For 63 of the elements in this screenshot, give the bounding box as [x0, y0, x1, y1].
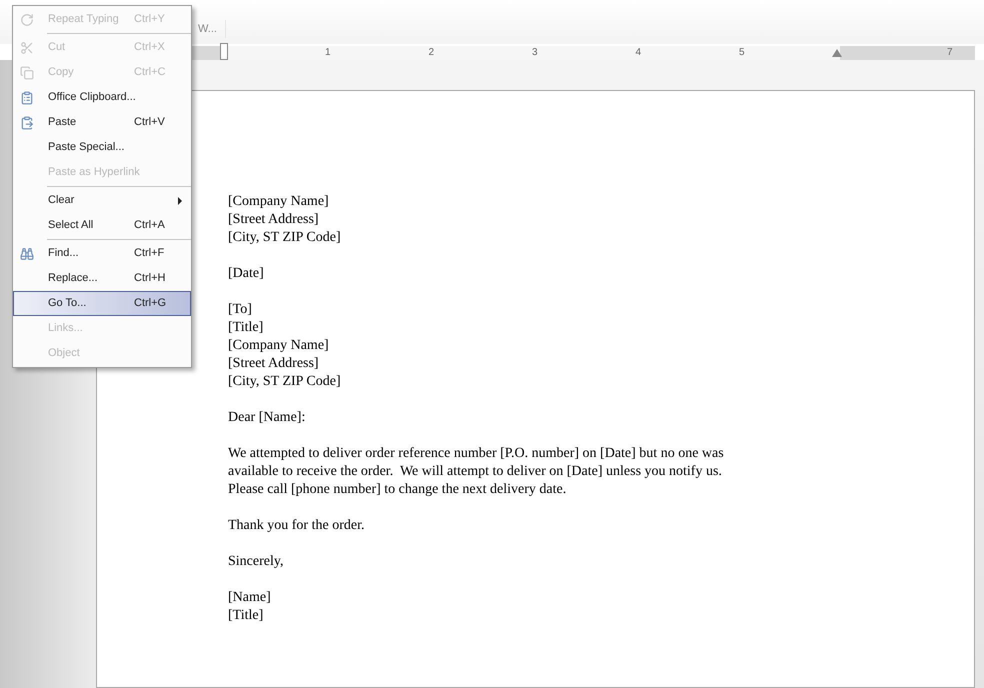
document-line: [Title] — [228, 607, 264, 625]
document-line: [City, ST ZIP Code] — [228, 229, 341, 247]
menu-item[interactable]: Select All Ctrl+A — [13, 213, 191, 238]
scissors-icon — [20, 40, 34, 54]
ruler-number: 1 — [325, 46, 331, 60]
shortcut-label: Ctrl+X — [134, 40, 165, 56]
document-line: available to receive the order. We will attempt to deliver on [Date] unless you notify us. — [228, 463, 722, 481]
document-line: [Company Name] — [228, 193, 329, 211]
document-line: [To] — [228, 301, 252, 319]
clipboard-icon — [20, 90, 34, 104]
shortcut-label: Ctrl+A — [134, 218, 165, 234]
menu-item-label: Copy — [48, 65, 75, 80]
menu-item-label: Links... — [48, 321, 84, 336]
binoculars-icon — [20, 246, 34, 260]
document-line: [Title] — [228, 319, 264, 337]
shortcut-label: Ctrl+Y — [134, 12, 165, 28]
right-indent-marker-icon[interactable] — [832, 49, 842, 57]
menu-item[interactable]: Go To... Ctrl+G — [13, 291, 191, 316]
menu-item-label: Object — [48, 346, 81, 362]
document-line: [Company Name] — [228, 337, 329, 355]
menu-item-label: Office Clipboard... — [48, 90, 136, 106]
document-line: [Street Address] — [228, 355, 319, 373]
shortcut-label: Ctrl+H — [134, 271, 166, 286]
menu-item[interactable]: Find... Ctrl+F — [13, 241, 191, 266]
document-line: [Street Address] — [228, 211, 319, 229]
ruler-number: 7 — [947, 46, 953, 60]
document-line: Dear [Name]: — [228, 409, 306, 427]
indent-marker-icon[interactable] — [220, 43, 228, 60]
menu-item-label: Go To... — [48, 296, 88, 312]
shortcut-label: Ctrl+C — [134, 65, 166, 80]
ruler-number: 5 — [739, 46, 745, 60]
menu-item-label: Paste as Hyperlink — [48, 165, 140, 180]
menu-item[interactable]: Paste Ctrl+V — [13, 110, 191, 135]
submenu-arrow-icon — [178, 196, 182, 204]
menu-item-label: Select All — [48, 218, 94, 234]
document-line: Please call [phone number] to change the next delivery date. — [228, 481, 566, 499]
ruler-number: 4 — [636, 46, 642, 60]
menu-item[interactable]: Paste Special... — [13, 135, 191, 160]
copy-icon — [20, 66, 34, 80]
document-line: Sincerely, — [228, 553, 284, 571]
document-line: [Date] — [228, 265, 264, 283]
paste-icon — [20, 116, 34, 130]
document-line: [City, ST ZIP Code] — [228, 373, 341, 391]
repeat-icon — [20, 12, 34, 26]
menu-item-label: Find... — [48, 246, 80, 262]
menu-item-label: Repeat Typing — [48, 12, 120, 28]
menu-item[interactable]: Replace... Ctrl+H — [13, 266, 191, 291]
document-line: We attempted to deliver order reference number [P.O. number] on [Date] but no one was — [228, 445, 724, 463]
ruler-number: 3 — [532, 46, 538, 60]
shortcut-label: Ctrl+V — [134, 115, 165, 130]
shortcut-label: Ctrl+G — [134, 296, 166, 312]
toolbar-label: W... — [198, 22, 217, 37]
ruler-number: 2 — [428, 46, 434, 60]
menu-item-label: Paste — [48, 115, 78, 130]
menu-item[interactable]: Clear — [13, 188, 191, 213]
document-line: Thank you for the order. — [228, 517, 364, 535]
menu-item[interactable]: Office Clipboard... — [13, 85, 191, 110]
document-line: [Name] — [228, 589, 271, 607]
menu-item-label: Paste Special... — [48, 140, 126, 156]
menu-item-label: Clear — [48, 193, 76, 208]
menu-item-label: Replace... — [48, 271, 99, 286]
menu-item-label: Cut — [48, 40, 66, 56]
shortcut-label: Ctrl+F — [134, 246, 164, 262]
